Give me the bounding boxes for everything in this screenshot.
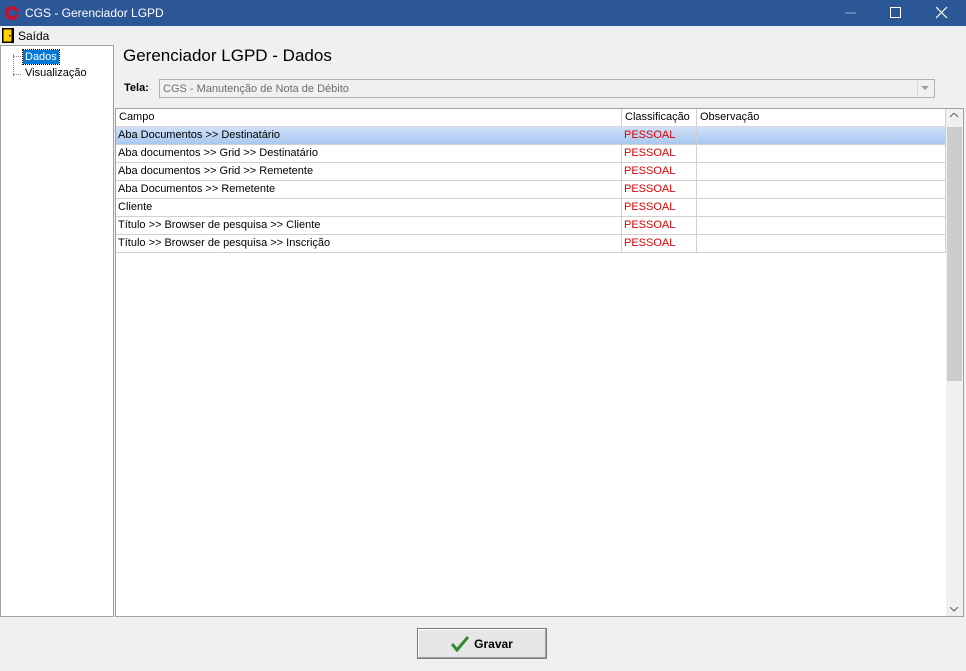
table-row[interactable]: Cliente PESSOAL — [116, 199, 946, 217]
scroll-down-icon[interactable] — [950, 607, 959, 612]
menu-bar: Saída — [0, 26, 966, 45]
table-row[interactable]: Aba documentos >> Grid >> Destinatário P… — [116, 145, 946, 163]
grid-header: Campo Classificação Observação — [116, 109, 946, 127]
cell-campo[interactable]: Aba Documentos >> Destinatário — [116, 127, 622, 144]
vertical-scrollbar[interactable] — [946, 109, 963, 616]
tela-label: Tela: — [124, 82, 149, 94]
chevron-down-icon — [921, 86, 929, 90]
column-header-observacao[interactable]: Observação — [697, 109, 946, 126]
data-grid[interactable]: Campo Classificação Observação Aba Docum… — [115, 108, 964, 617]
tree-connector — [13, 74, 21, 75]
cell-campo[interactable]: Aba Documentos >> Remetente — [116, 181, 622, 198]
column-header-classificacao[interactable]: Classificação — [622, 109, 697, 126]
window-title: CGS - Gerenciador LGPD — [25, 6, 164, 20]
gravar-label: Gravar — [474, 636, 513, 651]
cell-classificacao[interactable]: PESSOAL — [622, 145, 697, 162]
column-header-campo[interactable]: Campo — [116, 109, 622, 126]
cell-observacao[interactable] — [697, 235, 946, 252]
tree-connector — [13, 56, 21, 57]
cell-campo[interactable]: Cliente — [116, 199, 622, 216]
minimize-button[interactable] — [828, 0, 874, 26]
maximize-button[interactable] — [873, 0, 919, 26]
cell-campo[interactable]: Título >> Browser de pesquisa >> Inscriç… — [116, 235, 622, 252]
tree-item-visualizacao[interactable]: Visualização — [23, 66, 89, 80]
dropdown-arrow-button[interactable] — [917, 81, 933, 96]
cell-observacao[interactable] — [697, 181, 946, 198]
cell-classificacao[interactable]: PESSOAL — [622, 217, 697, 234]
cell-classificacao[interactable]: PESSOAL — [622, 127, 697, 144]
table-row[interactable]: Aba Documentos >> Remetente PESSOAL — [116, 181, 946, 199]
table-row[interactable]: Aba documentos >> Grid >> Remetente PESS… — [116, 163, 946, 181]
checkmark-icon — [451, 635, 470, 652]
cell-observacao[interactable] — [697, 127, 946, 144]
tree-item-dados[interactable]: Dados — [22, 49, 60, 65]
tree-connector — [13, 54, 14, 76]
menu-saida[interactable]: Saída — [2, 27, 49, 44]
exit-door-icon — [2, 28, 14, 43]
cell-classificacao[interactable]: PESSOAL — [622, 199, 697, 216]
scroll-up-icon[interactable] — [950, 113, 959, 118]
close-icon — [936, 7, 948, 19]
table-row[interactable]: Aba Documentos >> Destinatário PESSOAL — [116, 127, 946, 145]
cell-observacao[interactable] — [697, 145, 946, 162]
maximize-icon — [890, 7, 901, 18]
cell-classificacao[interactable]: PESSOAL — [622, 163, 697, 180]
tela-dropdown[interactable]: CGS - Manutenção de Nota de Débito — [159, 79, 935, 98]
minimize-icon — [845, 12, 856, 14]
cell-classificacao[interactable]: PESSOAL — [622, 181, 697, 198]
cell-campo[interactable]: Aba documentos >> Grid >> Destinatário — [116, 145, 622, 162]
tela-dropdown-value: CGS - Manutenção de Nota de Débito — [163, 83, 349, 95]
cell-campo[interactable]: Aba documentos >> Grid >> Remetente — [116, 163, 622, 180]
cell-campo[interactable]: Título >> Browser de pesquisa >> Cliente — [116, 217, 622, 234]
cell-observacao[interactable] — [697, 199, 946, 216]
table-row[interactable]: Título >> Browser de pesquisa >> Inscriç… — [116, 235, 946, 253]
gravar-button[interactable]: Gravar — [417, 628, 547, 659]
cell-observacao[interactable] — [697, 217, 946, 234]
menu-saida-label: Saída — [18, 28, 50, 43]
table-row[interactable]: Título >> Browser de pesquisa >> Cliente… — [116, 217, 946, 235]
navigation-tree: Dados Visualização — [0, 45, 114, 617]
cell-observacao[interactable] — [697, 163, 946, 180]
scrollbar-thumb[interactable] — [947, 127, 962, 381]
cgs-logo-icon — [5, 6, 19, 20]
close-button[interactable] — [919, 0, 965, 26]
cell-classificacao[interactable]: PESSOAL — [622, 235, 697, 252]
title-bar: CGS - Gerenciador LGPD — [0, 0, 966, 26]
page-title: Gerenciador LGPD - Dados — [123, 46, 332, 65]
